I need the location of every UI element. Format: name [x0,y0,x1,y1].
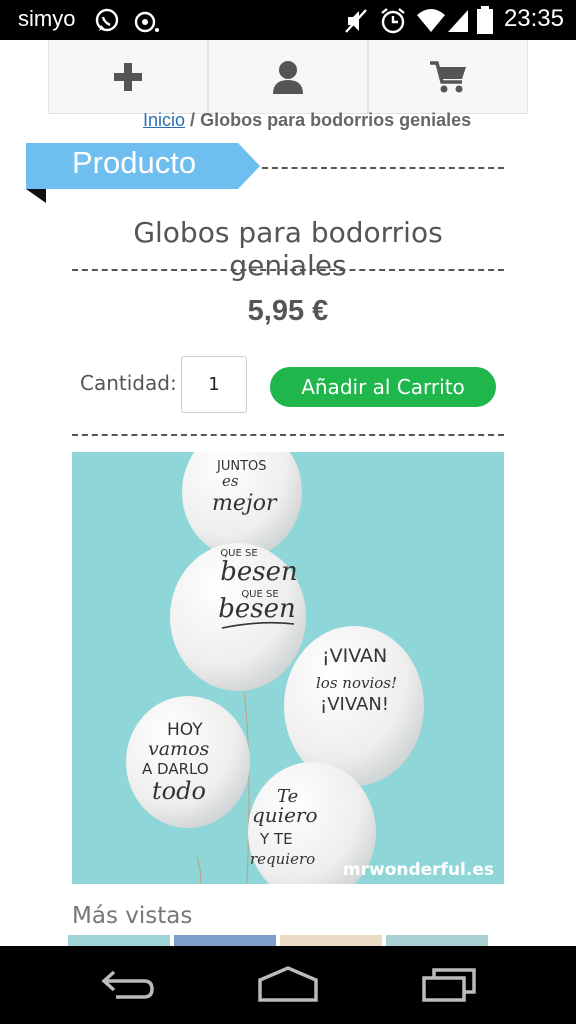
user-icon [273,60,303,94]
shopping-cart-icon [430,60,466,92]
balloon-text: Y TE [259,830,293,848]
add-to-cart-button[interactable]: Añadir al Carrito [270,367,496,407]
balloon-text: besen [220,557,298,587]
balloon-text: HOY [167,720,203,740]
notification-icon [134,11,159,33]
quantity-input[interactable] [181,356,247,413]
whatsapp-icon [95,8,119,32]
top-navigation [48,40,528,114]
battery-icon [477,6,493,34]
mute-icon [345,9,367,33]
wifi-icon [417,9,445,32]
image-watermark: mrwonderful.es [342,860,494,880]
alarm-icon [381,8,405,34]
thumbnail[interactable] [386,935,488,946]
thumbnail[interactable] [68,935,170,946]
product-title: Globos para bodorrios geniales [133,216,443,282]
balloon-text: vamos [148,738,210,760]
thumbnail[interactable] [280,935,382,946]
cart-button[interactable] [368,40,528,114]
balloon: JUNTOS es mejor [182,452,302,558]
signal-icon [448,10,468,32]
balloons-illustration: JUNTOS es mejor QUE SE besen QUE SE bese… [126,452,424,884]
balloon: QUE SE besen QUE SE besen [170,543,306,691]
product-image[interactable]: JUNTOS es mejor QUE SE besen QUE SE bese… [72,452,504,884]
divider [72,269,504,271]
add-button[interactable] [48,40,208,114]
product-price: 5,95 € [247,295,329,327]
balloon-text: ¡VIVAN [322,645,387,667]
status-bar: simyo 23:35 [0,0,576,40]
more-views-thumbnails [68,935,488,946]
breadcrumb-home-link[interactable]: Inicio [143,110,185,130]
breadcrumb: Inicio / Globos para bodorrios geniales [143,110,471,131]
divider [72,434,504,436]
balloon-text: besen [218,594,296,624]
account-button[interactable] [208,40,368,114]
breadcrumb-current: Globos para bodorrios geniales [200,110,472,130]
quantity-label: Cantidad: [80,371,177,395]
balloon-text: mejor [212,491,278,516]
balloon-text: todo [152,777,206,805]
section-label: Producto [72,145,197,180]
home-icon[interactable] [256,964,320,1004]
carrier-name: simyo [18,6,76,31]
balloon: HOY vamos A DARLO todo [126,696,250,828]
page-content: Inicio / Globos para bodorrios geniales … [0,40,576,946]
recent-apps-icon[interactable] [420,964,480,1004]
balloon-text: A DARLO [142,760,209,778]
system-navigation-bar [0,946,576,1024]
balloon-text: quiero [252,803,318,827]
breadcrumb-separator: / [190,110,196,130]
back-icon[interactable] [100,964,156,1004]
plus-icon [114,62,142,91]
thumbnail[interactable] [174,935,276,946]
more-views-heading: Más vistas [72,903,193,929]
balloon-text: es [222,472,239,490]
clock: 23:35 [503,5,564,32]
balloon: ¡VIVAN los novios! ¡VIVAN! [284,626,424,786]
balloon-text: ¡VIVAN! [320,694,389,715]
balloon-text: los novios! [316,674,397,692]
balloon-text: requiero [250,850,315,868]
divider [262,167,504,169]
